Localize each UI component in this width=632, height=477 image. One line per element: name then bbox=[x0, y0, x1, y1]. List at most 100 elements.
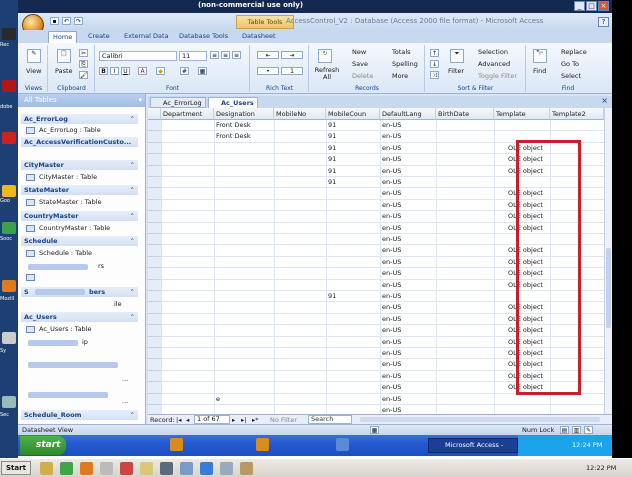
row-selector[interactable] bbox=[148, 313, 161, 326]
fill-color-icon[interactable]: ◆ bbox=[156, 67, 165, 75]
taskbar-app-icon[interactable] bbox=[170, 438, 183, 451]
adobe-icon[interactable] bbox=[2, 80, 16, 92]
default-lang-cell[interactable]: en-US bbox=[380, 120, 436, 131]
bold-icon[interactable]: B bbox=[99, 67, 108, 75]
quicklaunch-icon[interactable] bbox=[240, 462, 253, 475]
paste-button[interactable]: Paste bbox=[55, 67, 73, 75]
row-selector[interactable] bbox=[148, 348, 161, 360]
default-lang-cell[interactable]: en-US bbox=[380, 405, 436, 414]
default-lang-cell[interactable]: en-US bbox=[380, 337, 436, 348]
row-selector[interactable] bbox=[148, 370, 161, 383]
nav-item[interactable]: CityMaster : Table bbox=[26, 172, 138, 182]
row-selector[interactable] bbox=[148, 393, 161, 405]
default-lang-cell[interactable]: en-US bbox=[380, 200, 436, 211]
collapse-icon[interactable]: ⌃ bbox=[130, 410, 135, 420]
align-left-icon[interactable]: ≡ bbox=[210, 51, 219, 59]
nav-group-header[interactable]: Ac_AccessVerificationCusto... bbox=[21, 137, 138, 147]
nav-group-header[interactable]: Schedule ⌃ bbox=[21, 236, 138, 246]
nav-group-header[interactable]: Sbers ⌃ bbox=[21, 287, 138, 297]
close-button[interactable]: × bbox=[598, 1, 609, 11]
default-lang-cell[interactable]: en-US bbox=[380, 394, 436, 405]
tab-home[interactable]: Home bbox=[48, 31, 78, 43]
row-selector[interactable] bbox=[148, 177, 161, 189]
nav-group-header[interactable]: Ac_ErrorLog ⌃ bbox=[21, 114, 138, 124]
alt-fill-icon[interactable]: ▦ bbox=[198, 67, 207, 75]
security-icon[interactable] bbox=[2, 396, 16, 408]
row-selector[interactable] bbox=[148, 165, 161, 177]
column-header[interactable]: Designation bbox=[214, 108, 274, 120]
column-header[interactable]: MobileNo bbox=[274, 108, 326, 120]
datasheet-view-icon[interactable]: ▦ bbox=[370, 426, 379, 434]
quicklaunch-icon[interactable] bbox=[100, 462, 113, 475]
mobile-country-cell[interactable]: 91 bbox=[326, 166, 380, 177]
default-lang-cell[interactable]: en-US bbox=[380, 302, 436, 313]
default-lang-cell[interactable]: en-US bbox=[380, 257, 436, 268]
close-tab-icon[interactable]: × bbox=[601, 96, 608, 105]
view-icon[interactable]: ✎ bbox=[27, 49, 41, 63]
row-selector[interactable] bbox=[148, 142, 161, 155]
outdent-icon[interactable]: ⇥ bbox=[281, 51, 303, 59]
find-icon[interactable]: 🔭 bbox=[533, 49, 547, 63]
designation-cell[interactable]: e bbox=[214, 394, 274, 405]
row-selector[interactable] bbox=[148, 154, 161, 166]
row-selector[interactable] bbox=[148, 359, 161, 371]
first-record-icon[interactable]: |◂ bbox=[176, 416, 181, 424]
row-selector[interactable] bbox=[148, 120, 161, 132]
row-selector[interactable] bbox=[148, 211, 161, 223]
align-right-icon[interactable]: ≡ bbox=[232, 51, 241, 59]
quicklaunch-icon[interactable] bbox=[160, 462, 173, 475]
tab-external-data[interactable]: External Data bbox=[120, 31, 173, 43]
start-button[interactable]: start bbox=[20, 436, 66, 455]
column-header[interactable]: BirthDate bbox=[436, 108, 494, 120]
format-painter-icon[interactable]: 🖌 bbox=[79, 71, 88, 79]
collapse-icon[interactable]: ⌃ bbox=[130, 114, 135, 124]
bullets-icon[interactable]: • bbox=[257, 67, 279, 75]
default-lang-cell[interactable]: en-US bbox=[380, 245, 436, 256]
quicklaunch-icon[interactable] bbox=[80, 462, 93, 475]
pdf-icon[interactable] bbox=[2, 132, 16, 144]
paste-icon[interactable]: 📋 bbox=[57, 49, 71, 63]
prev-record-icon[interactable]: ◂ bbox=[186, 416, 189, 424]
sort-ascending-icon[interactable]: ↑ bbox=[430, 49, 439, 57]
nav-item[interactable]: Ac_ErrorLog : Table bbox=[26, 125, 138, 135]
italic-icon[interactable]: I bbox=[110, 67, 119, 75]
default-lang-cell[interactable]: en-US bbox=[380, 268, 436, 279]
row-selector[interactable] bbox=[148, 131, 161, 143]
nav-item[interactable] bbox=[26, 272, 138, 282]
default-lang-cell[interactable]: en-US bbox=[380, 280, 436, 291]
recycle-bin-icon[interactable] bbox=[2, 28, 16, 40]
vertical-scrollbar[interactable] bbox=[604, 108, 612, 414]
filter-button[interactable]: Filter bbox=[448, 67, 464, 75]
default-lang-cell[interactable]: en-US bbox=[380, 291, 436, 302]
row-selector[interactable] bbox=[148, 325, 161, 337]
collapse-icon[interactable]: ⌃ bbox=[130, 287, 135, 297]
selection-button[interactable]: Selection bbox=[478, 48, 508, 56]
row-selector[interactable] bbox=[148, 256, 161, 269]
sort-descending-icon[interactable]: ↓ bbox=[430, 60, 439, 68]
nav-item[interactable]: ip bbox=[82, 337, 112, 347]
default-lang-cell[interactable]: en-US bbox=[380, 166, 436, 177]
quicklaunch-icon[interactable] bbox=[140, 462, 153, 475]
nav-group-header[interactable]: CityMaster ⌃ bbox=[21, 160, 138, 170]
numbering-icon[interactable]: 1 bbox=[281, 67, 303, 75]
nav-group-header[interactable]: StateMaster ⌃ bbox=[21, 185, 138, 195]
default-lang-cell[interactable]: en-US bbox=[380, 234, 436, 245]
designation-cell[interactable]: Front Desk bbox=[214, 120, 274, 131]
default-lang-cell[interactable]: en-US bbox=[380, 359, 436, 370]
column-header[interactable]: MobileCoun bbox=[326, 108, 380, 120]
mobile-country-cell[interactable]: 91 bbox=[326, 177, 380, 188]
row-selector[interactable] bbox=[148, 405, 161, 414]
redo-icon[interactable]: ↷ bbox=[74, 17, 83, 25]
horizontal-scrollbar[interactable] bbox=[360, 417, 600, 422]
cut-icon[interactable]: ✂ bbox=[79, 49, 88, 57]
default-lang-cell[interactable]: en-US bbox=[380, 154, 436, 165]
pivot-table-icon[interactable]: ▤ bbox=[560, 426, 569, 434]
outer-start-button[interactable]: Start bbox=[1, 461, 31, 475]
nav-item[interactable]: ... bbox=[122, 396, 138, 406]
copy-icon[interactable]: ⎘ bbox=[79, 60, 88, 68]
align-center-icon[interactable]: ≡ bbox=[221, 51, 230, 59]
nav-item[interactable]: Ac_Users : Table bbox=[26, 324, 138, 334]
column-header[interactable]: Department bbox=[161, 108, 214, 120]
row-selector[interactable] bbox=[148, 234, 161, 246]
view-button[interactable]: View bbox=[26, 67, 41, 75]
